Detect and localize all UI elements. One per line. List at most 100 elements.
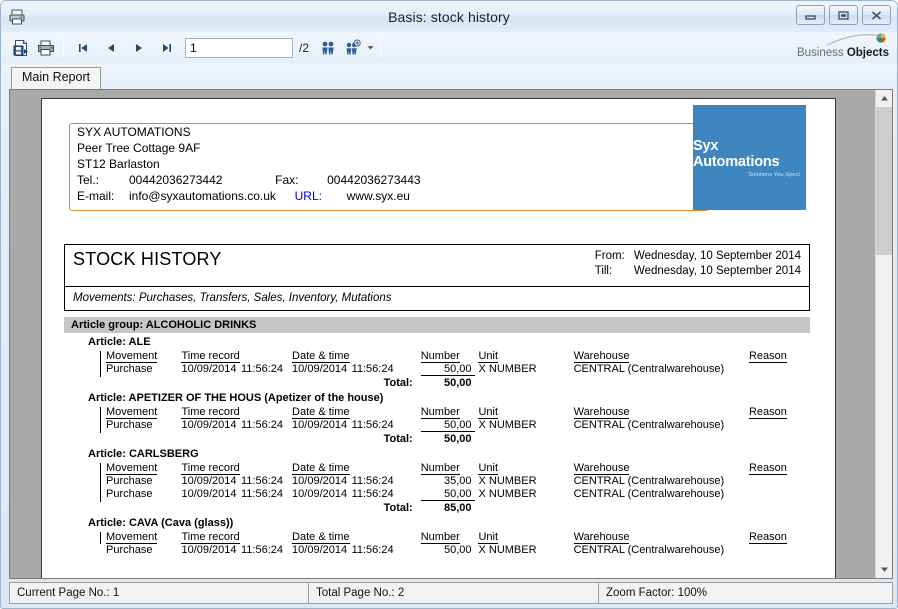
article-header: Article: APETIZER OF THE HOUS (Apetizer … [64,389,810,405]
column-header-label: Number [421,462,460,475]
column-header-label: Warehouse [574,462,630,475]
cell-dt-date: 10/09/2014 [292,543,352,556]
column-header-label: Movement [106,462,157,475]
column-header-reason: Reason [749,405,816,418]
column-header-label: Date & time [292,406,349,419]
article-block: MovementTime record Date & timeNumberUnit… [64,349,810,389]
cell-dt-time: 11:56:24 [352,487,421,501]
column-header-label: Unit [478,462,498,475]
column-header-unit: Unit [475,405,573,418]
column-header-reason: Reason [749,461,816,474]
close-button[interactable] [862,5,891,25]
print-report-button[interactable] [33,36,58,60]
article-header: Article: CAVA (Cava (glass)) [64,514,810,530]
table-header-row: MovementTime record Date & timeNumberUnit… [106,349,816,362]
minimize-button[interactable] [796,5,825,25]
total-row: Total:85,00 [106,501,816,515]
column-header-movement: Movement [106,349,181,362]
total-value: 50,00 [421,432,476,446]
table-row: Purchase10/09/201411:56:2410/09/201411:5… [106,487,816,501]
column-header-label: Time record [181,462,239,475]
column-header-label: Unit [478,406,498,419]
column-header-label: Time record [181,406,239,419]
column-header-date-time: Date & time [292,349,421,362]
from-label: From: [595,249,631,264]
from-row: From: Wednesday, 10 September 2014 [595,249,801,264]
table-header-row: MovementTime recordDate & timeNumberUnit… [106,530,816,543]
first-page-button[interactable] [69,36,97,60]
brand-prefix: Business [797,47,847,59]
cell-time-date: 10/09/2014 [181,418,241,432]
scroll-up-icon[interactable] [876,90,893,107]
business-objects-logo: Business Objects [793,33,889,60]
cell-reason [749,543,816,556]
cell-dt-date: 10/09/2014 [292,418,352,432]
total-label: Total: [106,432,421,446]
maximize-button[interactable] [829,5,858,25]
total-value: 50,00 [421,376,476,390]
movements-table: MovementTime recordDate & timeNumberUnit… [106,405,816,445]
scrollbar-thumb[interactable] [876,107,893,255]
printer-icon[interactable] [8,8,26,26]
total-spacer [475,501,816,515]
column-header-unit: Unit [475,530,573,543]
cell-dt-time: 11:56:24 [352,474,421,487]
previous-page-button[interactable] [97,36,125,60]
column-header-number: Number [421,405,476,418]
article-header: Article: ALE [64,333,810,349]
column-header-warehouse: Warehouse [574,530,749,543]
status-total-page: Total Page No.: 2 [308,583,598,603]
logo-tagline: Solutions You Xpect [748,172,806,178]
cell-time-date: 10/09/2014 [181,487,241,501]
article-group-header: Article group: ALCOHOLIC DRINKS [64,317,810,333]
cell-number: 35,00 [421,474,476,487]
toolbar: 1 /2 [1,32,897,63]
date-range: From: Wednesday, 10 September 2014 Till:… [595,249,801,279]
column-header-label: Unit [478,350,498,363]
till-label: Till: [595,264,631,279]
toolbar-separator-2 [380,39,381,57]
vertical-scrollbar[interactable] [875,90,892,578]
column-header-label: Reason [749,350,787,363]
url-value[interactable]: www.syx.eu [347,189,410,203]
window-title: Basis: stock history [1,9,897,25]
last-page-button[interactable] [153,36,181,60]
column-header-time-record: Time record [181,405,292,418]
cell-time-time: 11:56:24 [241,418,292,432]
till-row: Till: Wednesday, 10 September 2014 [595,264,801,279]
cell-unit: X NUMBER [475,362,573,376]
column-header-label: Reason [749,531,787,544]
column-header-time-record: Time record [181,461,292,474]
table-row: Purchase10/09/201411:56:2410/09/201411:5… [106,474,816,487]
syx-automations-logo: Syx Automations Solutions You Xpect [693,105,806,210]
find-icon[interactable] [315,36,340,60]
export-report-button[interactable] [8,36,33,60]
fax-label: Fax: [275,172,327,188]
table-row: Purchase10/09/201411:56:2410/09/201411:5… [106,543,816,556]
cell-warehouse: CENTRAL (Centralwarehouse) [574,362,749,376]
scroll-down-icon[interactable] [876,561,893,578]
column-header-date-time: Date & time [292,405,421,418]
column-header-movement: Movement [106,530,181,543]
cell-movement: Purchase [106,418,181,432]
column-header-label: Number [421,406,460,419]
column-header-label: Warehouse [574,406,630,419]
total-spacer [475,432,816,446]
cell-movement: Purchase [106,474,181,487]
chevron-down-icon[interactable] [366,39,375,57]
page-number-input[interactable]: 1 [185,38,293,58]
column-header-movement: Movement [106,461,181,474]
brand-bold: Objects [847,47,889,59]
column-header-number: Number [421,461,476,474]
cell-movement: Purchase [106,487,181,501]
total-label: Total: [106,501,421,515]
cell-time-time: 11:56:24 [241,487,292,501]
find-next-icon[interactable] [340,36,365,60]
column-header-time-record: Time record [181,349,292,362]
next-page-button[interactable] [125,36,153,60]
tab-main-report[interactable]: Main Report [11,67,101,89]
column-header-number: Number [421,349,476,362]
cell-time-time: 11:56:24 [241,543,292,556]
column-header-label: Time record [181,350,239,363]
email-label: E-mail: [77,188,129,204]
